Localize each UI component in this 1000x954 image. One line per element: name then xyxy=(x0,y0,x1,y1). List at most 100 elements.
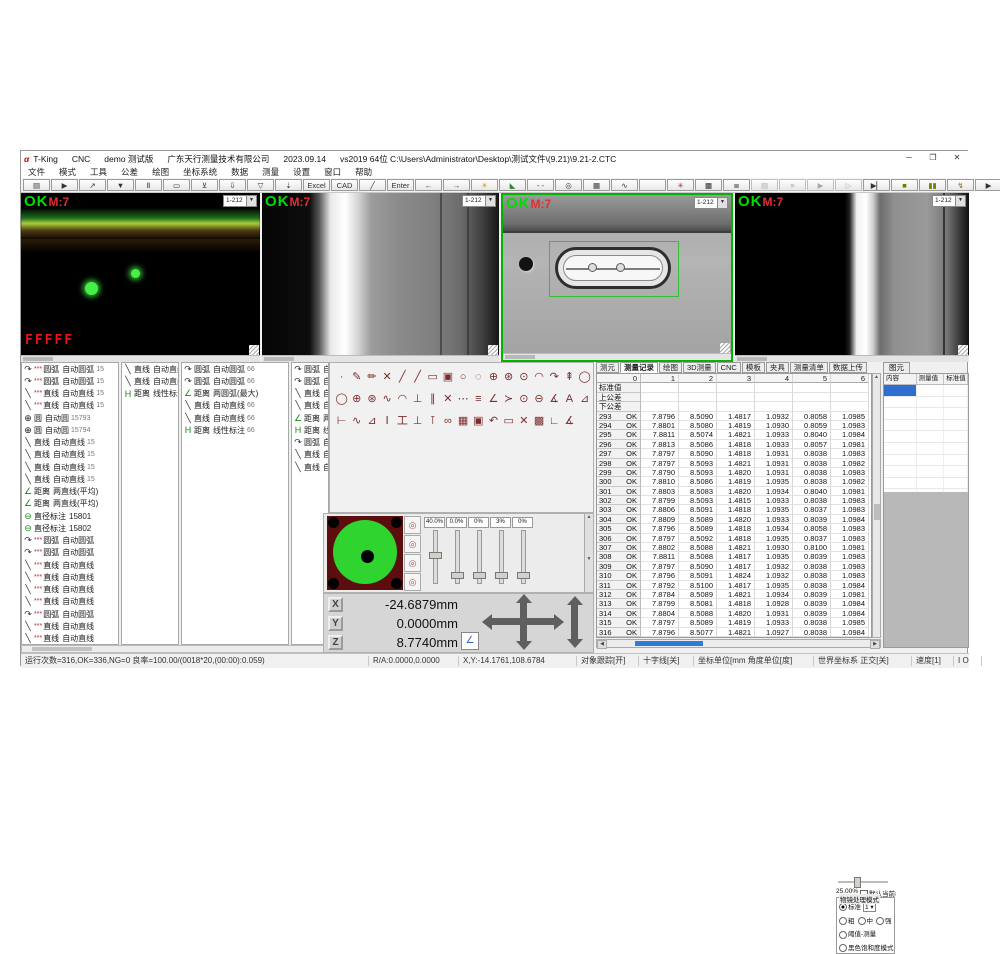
ring-seg-2-button[interactable]: ◎ xyxy=(404,535,421,553)
geometry-tool-icon[interactable]: ⊙ xyxy=(516,370,531,385)
ring-seg-3-button[interactable]: ◎ xyxy=(404,554,421,572)
geometry-tool-icon[interactable]: ▦ xyxy=(456,414,471,429)
element-row[interactable] xyxy=(884,431,968,443)
run-to-end-icon[interactable]: ▶▏ xyxy=(863,179,890,191)
measurement-row[interactable]: 301OK7.88038.50831.48201.09340.80401.098… xyxy=(597,487,871,496)
geometry-tool-icon[interactable]: ⊥ xyxy=(410,392,425,407)
feature-row[interactable]: ╲***直线自动直线 xyxy=(22,584,118,596)
pointer-icon[interactable]: ↗ xyxy=(79,179,106,191)
geometry-tool-icon[interactable]: ✕ xyxy=(440,392,455,407)
measurement-row[interactable]: 302OK7.87998.50931.48151.09330.80381.098… xyxy=(597,496,871,505)
table-vertical-scrollbar[interactable]: ▲ xyxy=(872,373,881,638)
result-tab-2[interactable]: 绘图 xyxy=(659,362,682,373)
chart-icon[interactable]: ≣ xyxy=(723,179,750,191)
save-menu-icon[interactable]: ▤ xyxy=(23,179,50,191)
feature-row[interactable]: ╲直线自动直线55 xyxy=(292,449,328,461)
slider-thumb[interactable] xyxy=(473,572,486,579)
cad-export-button[interactable]: CAD xyxy=(331,179,358,191)
feature-row[interactable]: ⊕圆自动圆15794 xyxy=(22,424,118,436)
rect-down-icon[interactable]: ▽ xyxy=(247,179,274,191)
feature-row[interactable]: ↷***圆弧自动圆弧 xyxy=(22,535,118,547)
dash-button[interactable]: - - xyxy=(527,179,554,191)
measurement-row[interactable]: 315OK7.87978.50891.48191.09330.80381.098… xyxy=(597,618,871,627)
excel-export-button[interactable]: Excel xyxy=(303,179,330,191)
geometry-tool-icon[interactable]: A xyxy=(562,392,577,407)
feature-row[interactable]: ↷圆弧自动圆弧55 xyxy=(292,363,328,375)
geometry-tool-icon[interactable]: ╱ xyxy=(410,370,425,385)
qrcode-icon[interactable]: ▩ xyxy=(695,179,722,191)
measurement-row[interactable]: 312OK7.87848.50891.48211.09340.80391.098… xyxy=(597,590,871,599)
element-row[interactable] xyxy=(884,397,968,409)
run-auto-icon[interactable]: ↯ xyxy=(947,179,974,191)
measurement-row[interactable]: 316OK7.87968.50771.48211.09270.80381.098… xyxy=(597,628,871,637)
magnifier-icon[interactable]: ◎ xyxy=(555,179,582,191)
radio-level-1[interactable] xyxy=(858,917,866,925)
geometry-tool-icon[interactable]: · xyxy=(334,370,349,385)
measurement-row[interactable]: 306OK7.87978.50921.48181.09350.80371.098… xyxy=(597,534,871,543)
resize-grip-icon[interactable] xyxy=(958,345,968,355)
geometry-tool-icon[interactable]: ∡ xyxy=(562,414,577,429)
geometry-tool-icon[interactable]: ≡ xyxy=(471,392,486,407)
camera-view-4[interactable]: OKM:7 1-212▼ xyxy=(735,193,969,362)
result-tab-0[interactable]: 测元 xyxy=(596,362,619,373)
camera-view-1[interactable]: OKM:7 1-212▼ FFFFF xyxy=(21,193,260,362)
menu-item-6[interactable]: 数据 xyxy=(224,166,255,178)
play-icon[interactable]: ▶ xyxy=(975,179,1000,191)
element-row[interactable] xyxy=(884,385,968,397)
feature-row[interactable]: ╲***直线自动直线 xyxy=(22,571,118,583)
x-axis-button[interactable]: X xyxy=(328,597,343,612)
camera2-zoom-select[interactable]: 1-212▼ xyxy=(462,195,496,207)
feature-row[interactable]: ╲直线自动直线66 xyxy=(182,400,288,412)
ring-light-display[interactable] xyxy=(327,516,403,590)
element-row[interactable] xyxy=(884,408,968,420)
feature-row[interactable]: ⊖直径标注15801 xyxy=(22,510,118,522)
probe-icon[interactable]: ▼ xyxy=(107,179,134,191)
resize-grip-icon[interactable] xyxy=(249,345,259,355)
menu-item-10[interactable]: 帮助 xyxy=(348,166,379,178)
feature-row[interactable]: ↷圆弧自动圆弧66 xyxy=(182,363,288,375)
list-icon[interactable]: ≡ xyxy=(779,179,806,191)
geometry-tool-icon[interactable]: ╱ xyxy=(395,370,410,385)
arrow-left-icon[interactable]: ← xyxy=(415,179,442,191)
measurement-row[interactable]: 309OK7.87978.50901.48171.09320.80381.098… xyxy=(597,562,871,571)
geometry-tool-icon[interactable]: ▭ xyxy=(425,370,440,385)
measurement-row[interactable]: 307OK7.88028.50881.48211.09300.81001.098… xyxy=(597,543,871,552)
slider-thumb[interactable] xyxy=(451,572,464,579)
close-button[interactable]: ✕ xyxy=(945,151,969,166)
radio-standard[interactable] xyxy=(839,903,847,911)
light-bulb-icon[interactable]: ☀ xyxy=(471,179,498,191)
resize-grip-icon[interactable] xyxy=(720,343,730,353)
chevron-down-icon[interactable]: ▼ xyxy=(717,198,727,208)
grid-icon[interactable]: ▦ xyxy=(583,179,610,191)
geometry-tool-icon[interactable]: ✕ xyxy=(380,370,395,385)
measurement-row[interactable]: 299OK7.87908.50931.48201.09310.80381.098… xyxy=(597,468,871,477)
enter-button[interactable]: Enter xyxy=(387,179,414,191)
geometry-tool-icon[interactable]: ⊥ xyxy=(410,414,425,429)
geometry-tool-icon[interactable]: ⋯ xyxy=(456,392,471,407)
column-header[interactable]: 4 xyxy=(755,374,793,383)
geometry-tool-icon[interactable]: ▭ xyxy=(501,414,516,429)
geometry-tool-icon[interactable]: ⊢ xyxy=(334,414,349,429)
menu-item-1[interactable]: 模式 xyxy=(52,166,83,178)
laser-star-icon[interactable]: ✳ xyxy=(667,179,694,191)
chevron-down-icon[interactable]: ▼ xyxy=(246,196,256,206)
feature-row[interactable]: ↷圆弧自动圆弧55 xyxy=(292,375,328,387)
light-panel-scrollbar[interactable]: ▲▼ xyxy=(584,514,593,592)
camera4-zoom-select[interactable]: 1-212▼ xyxy=(932,195,966,207)
column-header[interactable]: 5 xyxy=(793,374,831,383)
measurement-row[interactable]: 305OK7.87968.50891.48181.09340.80581.098… xyxy=(597,524,871,533)
feature-row[interactable]: ↷***圆弧自动圆弧 xyxy=(22,547,118,559)
radio-threshold[interactable] xyxy=(839,931,847,939)
element-row[interactable] xyxy=(884,420,968,432)
geometry-tool-icon[interactable]: ⊕ xyxy=(486,370,501,385)
feature-row[interactable]: ↷***圆弧自动圆弧15 xyxy=(22,363,118,375)
camera4-scrollbar[interactable] xyxy=(735,355,969,362)
menu-item-7[interactable]: 测量 xyxy=(255,166,286,178)
blank-button[interactable] xyxy=(639,179,666,191)
resize-grip-icon[interactable] xyxy=(488,345,498,355)
geometry-tool-icon[interactable]: ∠ xyxy=(486,392,501,407)
rect-tool-icon[interactable]: ▭ xyxy=(163,179,190,191)
feature-row[interactable]: ⊖直径标注15802 xyxy=(22,522,118,534)
menu-item-4[interactable]: 绘图 xyxy=(145,166,176,178)
geometry-tool-icon[interactable]: ⊖ xyxy=(531,392,546,407)
